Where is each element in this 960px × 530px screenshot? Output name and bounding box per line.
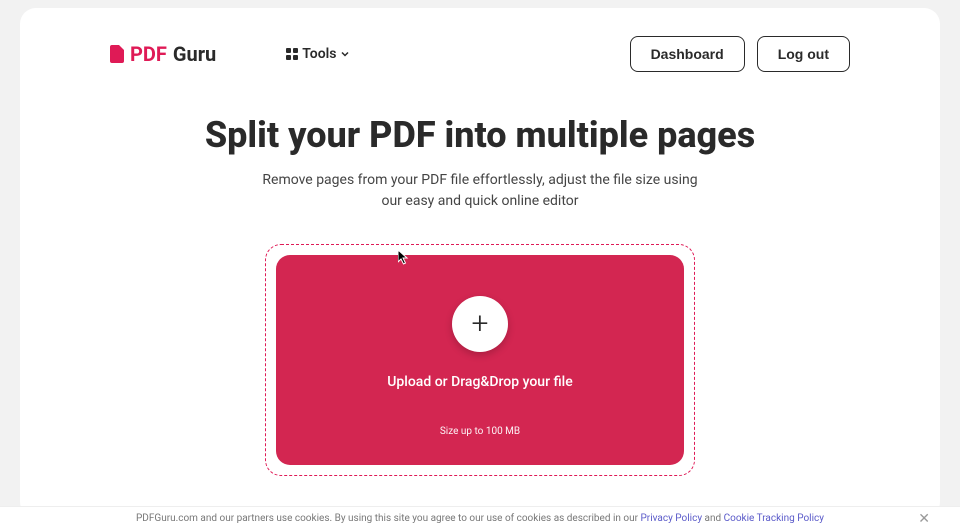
plus-icon: +: [472, 309, 489, 339]
logo[interactable]: PDF Guru: [110, 42, 216, 66]
header: PDF Guru Tools Dashboard Log out: [20, 8, 940, 72]
plus-circle: +: [452, 296, 508, 352]
logo-guru: Guru: [173, 42, 216, 66]
logout-button[interactable]: Log out: [757, 36, 850, 72]
header-left: PDF Guru Tools: [110, 42, 350, 66]
tools-label: Tools: [302, 46, 336, 62]
header-right: Dashboard Log out: [630, 36, 850, 72]
tools-button[interactable]: Tools: [286, 46, 350, 62]
chevron-down-icon: [340, 49, 350, 59]
page-title: Split your PDF into multiple pages: [20, 114, 940, 156]
upload-zone[interactable]: + Upload or Drag&Drop your file Size up …: [276, 255, 684, 465]
close-icon[interactable]: ✕: [918, 511, 930, 527]
cookie-text: PDFGuru.com and our partners use cookies…: [136, 513, 824, 524]
page-subtitle: Remove pages from your PDF file effortle…: [20, 170, 940, 212]
main-card: PDF Guru Tools Dashboard Log out Split: [20, 8, 940, 518]
upload-text: Upload or Drag&Drop your file: [387, 374, 573, 390]
cookie-prefix: PDFGuru.com and our partners use cookies…: [136, 513, 641, 524]
subtitle-line1: Remove pages from your PDF file effortle…: [262, 172, 697, 188]
logo-pdf: PDF: [130, 42, 167, 66]
grid-icon: [286, 48, 298, 60]
upload-container: + Upload or Drag&Drop your file Size up …: [265, 244, 695, 476]
file-icon: [110, 45, 124, 63]
dashboard-button[interactable]: Dashboard: [630, 36, 745, 72]
cookie-tracking-link[interactable]: Cookie Tracking Policy: [724, 513, 824, 524]
subtitle-line2: our easy and quick online editor: [381, 193, 578, 209]
cookie-bar: PDFGuru.com and our partners use cookies…: [0, 506, 960, 530]
privacy-policy-link[interactable]: Privacy Policy: [641, 513, 703, 524]
upload-size-text: Size up to 100 MB: [440, 426, 520, 437]
cookie-and: and: [702, 513, 724, 524]
